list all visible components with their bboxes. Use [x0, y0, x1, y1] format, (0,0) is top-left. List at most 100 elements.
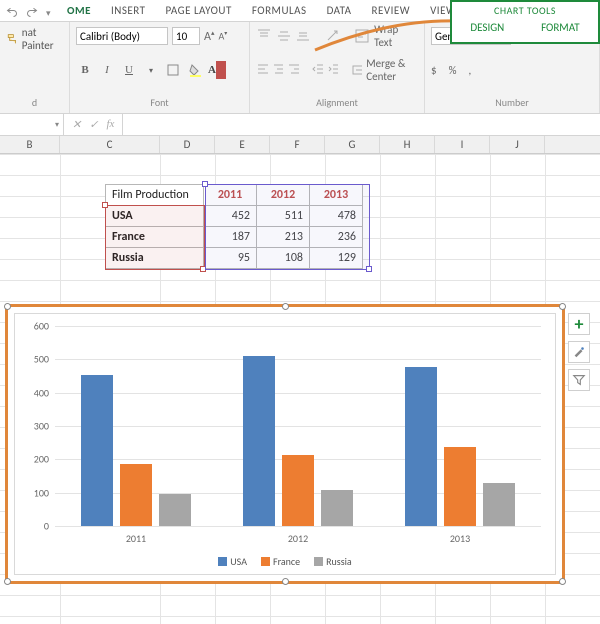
chart-resize-handle[interactable] [4, 578, 11, 585]
column-header[interactable]: B [0, 136, 60, 153]
align-right-icon[interactable] [287, 62, 299, 78]
chart-resize-handle[interactable] [282, 303, 289, 310]
selection-handle[interactable] [202, 181, 208, 187]
tab-page-layout[interactable]: PAGE LAYOUT [155, 0, 241, 21]
column-header[interactable]: G [325, 136, 380, 153]
border-button[interactable] [164, 61, 182, 79]
chart-legend[interactable]: USA France Russia [15, 555, 555, 568]
chart-side-buttons: + [568, 313, 590, 391]
chart-plot-area[interactable]: 0100200300400500600201120122013 [55, 326, 541, 526]
qat-dropdown-icon[interactable]: ▾ [46, 8, 51, 19]
tab-review[interactable]: REVIEW [362, 0, 421, 21]
column-header[interactable]: J [490, 136, 545, 153]
worksheet-grid[interactable]: Film Production 2011 2012 2013 USA452511… [0, 154, 600, 624]
chart-resize-handle[interactable] [559, 578, 566, 585]
align-bottom-icon[interactable] [295, 28, 311, 44]
column-header[interactable]: E [215, 136, 270, 153]
decrease-font-icon[interactable]: A▾ [218, 29, 227, 42]
tab-data[interactable]: DATA [317, 0, 362, 21]
increase-indent-icon[interactable] [327, 62, 339, 78]
orientation-icon[interactable] [325, 28, 341, 44]
table-row: USA452511478 [106, 206, 363, 227]
decrease-indent-icon[interactable] [311, 62, 323, 78]
chart-resize-handle[interactable] [559, 303, 566, 310]
alignment-group: Wrap Text Merge & Center Alignment [250, 22, 425, 113]
chart-y-tick: 100 [34, 486, 49, 499]
chart-tools-label: CHART TOOLS [452, 2, 598, 17]
tab-formulas[interactable]: FORMULAS [242, 0, 317, 21]
chart-tools-contextual-tabs: CHART TOOLS DESIGN FORMAT [450, 0, 600, 44]
clipboard-group-label: d [6, 94, 63, 109]
column-header[interactable]: C [60, 136, 160, 153]
comma-style-button[interactable]: , [468, 64, 471, 77]
underline-button[interactable]: U [120, 61, 138, 79]
fx-icon[interactable]: fx [106, 118, 114, 131]
chart-resize-handle[interactable] [4, 303, 11, 310]
chart-bar[interactable] [159, 494, 191, 526]
chart-object[interactable]: 0100200300400500600201120122013 USA Franc… [5, 304, 565, 584]
chart-elements-button[interactable]: + [568, 313, 590, 335]
chart-bar[interactable] [444, 447, 476, 526]
chart-bar[interactable] [81, 375, 113, 526]
column-header[interactable]: D [160, 136, 215, 153]
tab-chart-design[interactable]: DESIGN [470, 21, 504, 34]
chart-y-tick: 0 [44, 520, 49, 533]
merge-center-label[interactable]: Merge & Center [366, 57, 418, 83]
tab-home[interactable]: OME [57, 0, 101, 21]
chart-bar[interactable] [120, 464, 152, 526]
tab-insert[interactable]: INSERT [101, 0, 156, 21]
undo-button[interactable] [6, 6, 18, 21]
wrap-text-icon[interactable] [354, 28, 370, 44]
chart-y-tick: 300 [34, 420, 49, 433]
italic-button[interactable]: I [98, 61, 116, 79]
percent-button[interactable]: % [449, 64, 457, 77]
legend-item[interactable]: USA [218, 555, 247, 568]
font-group: A▴ A▾ B I U ▾ A Font [70, 22, 250, 113]
font-name-select[interactable] [76, 27, 168, 45]
font-size-select[interactable] [172, 27, 200, 45]
chart-y-tick: 200 [34, 453, 49, 466]
increase-font-icon[interactable]: A▴ [204, 28, 214, 44]
chart-x-tick: 2013 [450, 532, 470, 545]
align-top-icon[interactable] [256, 28, 272, 44]
align-left-icon[interactable] [256, 62, 268, 78]
column-header[interactable]: F [270, 136, 325, 153]
chart-bar[interactable] [405, 367, 437, 526]
align-middle-icon[interactable] [276, 28, 292, 44]
year-header[interactable]: 2012 [257, 185, 310, 206]
chart-bar[interactable] [243, 356, 275, 526]
underline-dropdown-icon[interactable]: ▾ [142, 61, 160, 79]
column-header[interactable]: I [435, 136, 490, 153]
cancel-formula-icon[interactable]: ✕ [72, 118, 81, 131]
selection-handle[interactable] [102, 202, 108, 208]
chart-bar[interactable] [321, 490, 353, 526]
legend-item[interactable]: Russia [314, 555, 352, 568]
year-header[interactable]: 2011 [204, 185, 257, 206]
tab-chart-format[interactable]: FORMAT [541, 21, 579, 34]
formula-input[interactable] [122, 114, 600, 135]
currency-button[interactable]: $ [431, 64, 437, 77]
merge-center-icon[interactable] [351, 62, 363, 78]
chart-styles-button[interactable] [568, 341, 590, 363]
chart-filters-button[interactable] [568, 369, 590, 391]
enter-formula-icon[interactable]: ✓ [89, 118, 98, 131]
legend-item[interactable]: France [261, 555, 300, 568]
year-header[interactable]: 2013 [310, 185, 363, 206]
alignment-group-label: Alignment [256, 94, 418, 109]
chart-bar[interactable] [282, 455, 314, 526]
fill-color-button[interactable] [186, 61, 204, 79]
selection-handle[interactable] [366, 266, 372, 272]
table-row: France187213236 [106, 227, 363, 248]
font-color-button[interactable]: A [208, 61, 226, 79]
column-header[interactable]: H [380, 136, 435, 153]
chart-resize-handle[interactable] [282, 578, 289, 585]
name-box[interactable]: ▾ [0, 114, 64, 135]
selection-handle[interactable] [200, 266, 206, 272]
redo-button[interactable] [26, 6, 38, 21]
chart-bar[interactable] [483, 483, 515, 526]
align-center-icon[interactable] [272, 62, 284, 78]
table-corner[interactable]: Film Production [106, 185, 204, 206]
wrap-text-label[interactable]: Wrap Text [374, 23, 418, 49]
bold-button[interactable]: B [76, 61, 94, 79]
format-painter-button[interactable]: nat Painter [6, 26, 63, 52]
